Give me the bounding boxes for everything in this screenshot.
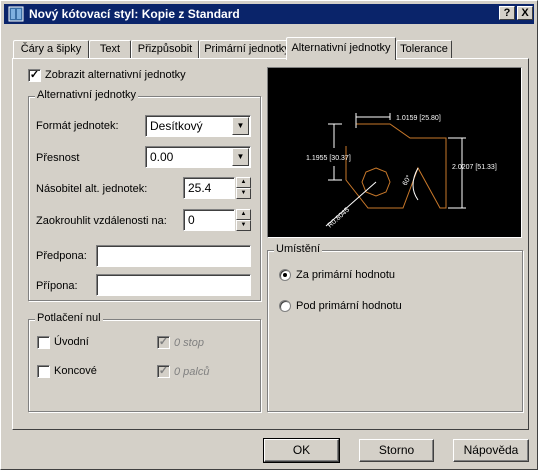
precision-value: 0.00: [150, 150, 174, 164]
alt-units-group-title: Alternativní jednotky: [35, 89, 139, 101]
zero-suppression-title: Potlačení nul: [35, 312, 103, 324]
precision-select[interactable]: 0.00 ▼: [145, 146, 251, 168]
multiplier-label: Násobitel alt. jednotek:: [36, 183, 148, 195]
tab-text[interactable]: Text: [89, 40, 131, 59]
after-primary-label: Za primární hodnotu: [296, 269, 396, 281]
spin-up-icon[interactable]: ▲: [236, 209, 251, 220]
app-icon: [8, 6, 24, 22]
trailing-zeros-label: Koncové: [54, 365, 97, 377]
precision-label: Přesnost: [36, 152, 80, 164]
dialog-window: Nový kótovací styl: Kopie z Standard ? X…: [0, 0, 538, 470]
zero-feet-label: 0 stop: [174, 337, 204, 349]
suffix-label: Přípona:: [36, 280, 78, 292]
tab-lines-arrows[interactable]: Čáry a šipky: [13, 40, 89, 59]
unit-format-label: Formát jednotek:: [36, 120, 119, 132]
title-bar: Nový kótovací styl: Kopie z Standard ? X: [4, 4, 534, 24]
suffix-input[interactable]: [96, 274, 251, 296]
trailing-zeros-checkbox[interactable]: [37, 365, 50, 378]
prefix-label: Předpona:: [36, 250, 87, 262]
multiplier-input[interactable]: 25.4: [183, 177, 235, 199]
prefix-input[interactable]: [96, 245, 251, 267]
unit-format-value: Desítkový: [150, 119, 203, 133]
tab-tolerance[interactable]: Tolerance: [396, 40, 452, 59]
show-alt-units-checkbox[interactable]: ✓: [28, 69, 41, 82]
ok-button[interactable]: OK: [263, 438, 340, 463]
preview-dim-right: 2.0207 [51.33]: [452, 164, 497, 171]
after-primary-radio[interactable]: [279, 269, 291, 281]
tab-alternate-units[interactable]: Alternativní jednotky: [286, 37, 396, 60]
preview-dim-left: 1.1955 [30.37]: [306, 155, 351, 162]
zero-inches-checkbox[interactable]: ✓: [157, 365, 170, 378]
preview-dim-top: 1.0159 [25.80]: [396, 115, 441, 122]
below-primary-label: Pod primární hodnotu: [296, 300, 402, 312]
round-distance-label: Zaokrouhlit vzdálenosti na:: [36, 215, 167, 227]
leading-zeros-checkbox[interactable]: [37, 336, 50, 349]
leading-zeros-label: Úvodní: [54, 336, 89, 348]
preview-drawing: 1.0159 [25.80] 1.1955 [30.37] 2.0207 [51…: [306, 113, 497, 230]
radio-selected-dot: [283, 273, 287, 277]
zero-inches-label: 0 palců: [174, 366, 210, 378]
spin-down-icon[interactable]: ▼: [236, 220, 251, 231]
dimension-preview: 1.0159 [25.80] 1.1955 [30.37] 2.0207 [51…: [267, 67, 522, 238]
help-title-button[interactable]: ?: [499, 6, 515, 20]
help-button[interactable]: Nápověda: [453, 439, 529, 462]
zero-feet-checkbox[interactable]: ✓: [157, 336, 170, 349]
chevron-down-icon[interactable]: ▼: [232, 117, 249, 135]
show-alt-units-label: Zobrazit alternativní jednotky: [45, 69, 186, 81]
placement-title: Umístění: [274, 243, 323, 255]
spin-down-icon[interactable]: ▼: [236, 188, 251, 199]
preview-dim-radius: R0.8045: [327, 207, 351, 230]
multiplier-spinner[interactable]: ▲ ▼: [236, 177, 251, 199]
spin-up-icon[interactable]: ▲: [236, 177, 251, 188]
round-distance-input[interactable]: 0: [183, 209, 235, 231]
close-button[interactable]: X: [517, 6, 533, 20]
chevron-down-icon[interactable]: ▼: [232, 148, 249, 166]
tab-primary-units[interactable]: Primární jednotky: [199, 40, 295, 59]
window-title: Nový kótovací styl: Kopie z Standard: [29, 7, 240, 21]
unit-format-select[interactable]: Desítkový ▼: [145, 115, 251, 137]
dim-angle-arc: [412, 167, 419, 201]
cancel-button[interactable]: Storno: [359, 439, 434, 462]
below-primary-radio[interactable]: [279, 300, 291, 312]
round-distance-spinner[interactable]: ▲ ▼: [236, 209, 251, 231]
tab-fit[interactable]: Přizpůsobit: [131, 40, 199, 59]
